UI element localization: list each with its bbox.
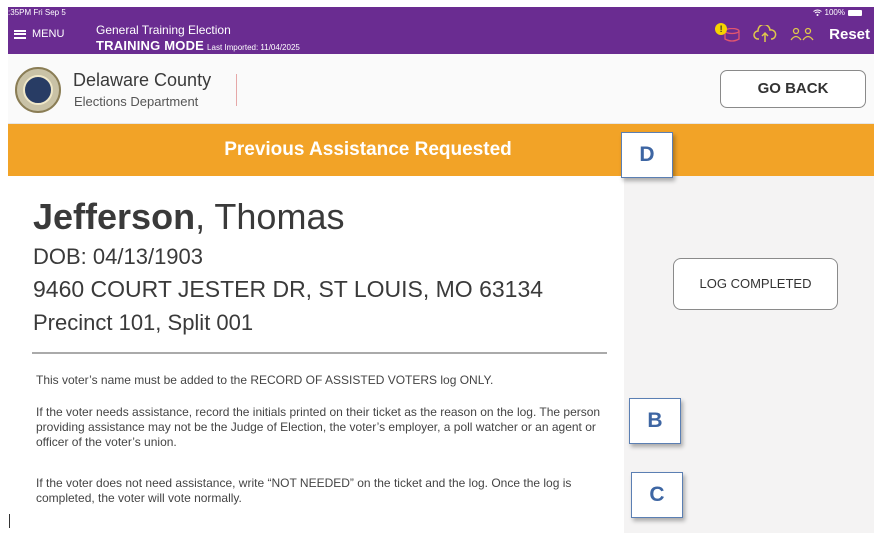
voter-dob: DOB: 04/13/1903 (33, 244, 204, 269)
database-alert-icon[interactable]: ! (715, 23, 741, 43)
org-name: Delaware County (73, 70, 212, 90)
status-time: :35PM Fri Sep 5 (8, 8, 66, 17)
instruction-paragraph-3: If the voter does not need assistance, w… (36, 476, 572, 505)
callout-b: B (629, 398, 681, 444)
election-name: General Training Election (96, 23, 231, 37)
voter-name: Jefferson, Thomas (33, 196, 344, 238)
voter-last-name: Jefferson (33, 196, 196, 237)
seal-center (23, 75, 53, 105)
voter-first-name: Thomas (214, 196, 345, 237)
top-bar: :35PM Fri Sep 5 100% MENU General Traini… (8, 7, 874, 54)
assistance-banner: Previous Assistance Requested (8, 124, 874, 176)
text-cursor (9, 514, 10, 528)
battery-percent: 100% (824, 8, 845, 17)
divider (32, 352, 607, 354)
top-icons: ! Reset (715, 23, 870, 43)
hamburger-icon (14, 29, 26, 39)
voter-address: 9460 COURT JESTER DR, ST LOUIS, MO 63134 (33, 276, 544, 302)
users-icon[interactable] (789, 27, 815, 41)
go-back-button[interactable]: GO BACK (720, 70, 866, 108)
reset-button[interactable]: Reset (829, 26, 870, 43)
status-battery: 100% (812, 8, 862, 17)
app-screen: :35PM Fri Sep 5 100% MENU General Traini… (0, 0, 874, 533)
callout-c: C (631, 472, 683, 518)
mode-line: TRAINING MODE Last Imported: 11/04/2025 (96, 37, 300, 55)
name-separator: , (195, 196, 215, 237)
menu-label: MENU (32, 28, 65, 40)
log-completed-button[interactable]: LOG COMPLETED (673, 258, 838, 310)
header-divider (236, 74, 237, 106)
menu-button[interactable]: MENU (14, 28, 64, 40)
instruction-paragraph-2: If the voter needs assistance, record th… (36, 405, 601, 449)
org-department: Elections Department (74, 94, 199, 109)
county-header: Delaware County Elections Department GO … (8, 54, 874, 124)
county-seal-logo (15, 67, 61, 113)
instruction-paragraph-1: This voter’s name must be added to the R… (36, 373, 494, 387)
voter-precinct: Precinct 101, Split 001 (33, 310, 254, 335)
wifi-icon (812, 9, 822, 16)
cloud-upload-icon[interactable] (753, 25, 777, 43)
training-mode-label: TRAINING MODE (96, 38, 205, 53)
callout-d: D (621, 132, 673, 178)
banner-text: Previous Assistance Requested (224, 139, 512, 160)
last-imported: Last Imported: 11/04/2025 (207, 43, 300, 52)
battery-icon (848, 9, 862, 16)
